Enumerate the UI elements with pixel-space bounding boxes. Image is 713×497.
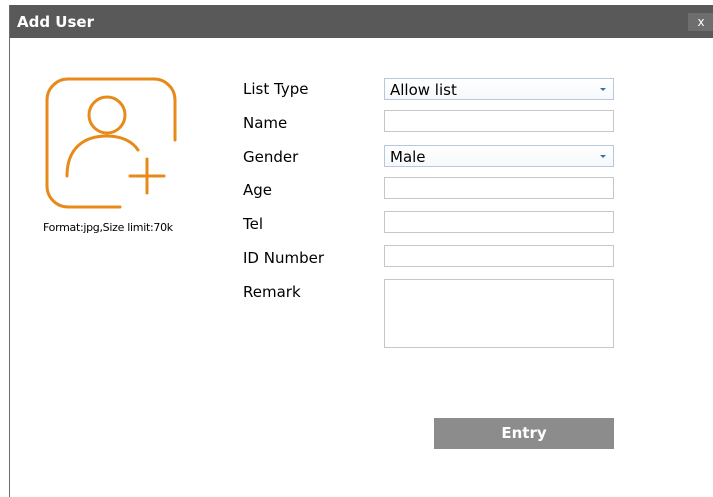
add-user-photo-icon[interactable]	[44, 76, 178, 210]
list-type-label: List Type	[243, 80, 309, 98]
chevron-down-icon	[600, 88, 606, 91]
name-input[interactable]	[384, 110, 614, 132]
gender-value: Male	[390, 148, 426, 166]
tel-label: Tel	[243, 215, 264, 233]
list-type-select[interactable]: Allow list	[384, 78, 614, 100]
dialog-title: Add User	[17, 13, 94, 31]
remark-label: Remark	[243, 283, 301, 301]
add-user-dialog: Add User x Format:jpg,Size limit:70k Lis…	[9, 5, 713, 497]
chevron-down-icon	[600, 155, 606, 158]
remark-textarea[interactable]	[384, 279, 614, 348]
title-bar: Add User x	[10, 5, 713, 38]
id-number-input[interactable]	[384, 245, 614, 267]
gender-label: Gender	[243, 148, 299, 166]
list-type-value: Allow list	[390, 81, 457, 99]
gender-select[interactable]: Male	[384, 145, 614, 167]
name-label: Name	[243, 114, 288, 132]
photo-format-note: Format:jpg,Size limit:70k	[43, 221, 173, 234]
entry-button[interactable]: Entry	[434, 418, 614, 449]
tel-input[interactable]	[384, 211, 614, 233]
close-button[interactable]: x	[688, 13, 713, 31]
age-input[interactable]	[384, 177, 614, 199]
age-label: Age	[243, 181, 273, 199]
id-number-label: ID Number	[243, 249, 324, 267]
